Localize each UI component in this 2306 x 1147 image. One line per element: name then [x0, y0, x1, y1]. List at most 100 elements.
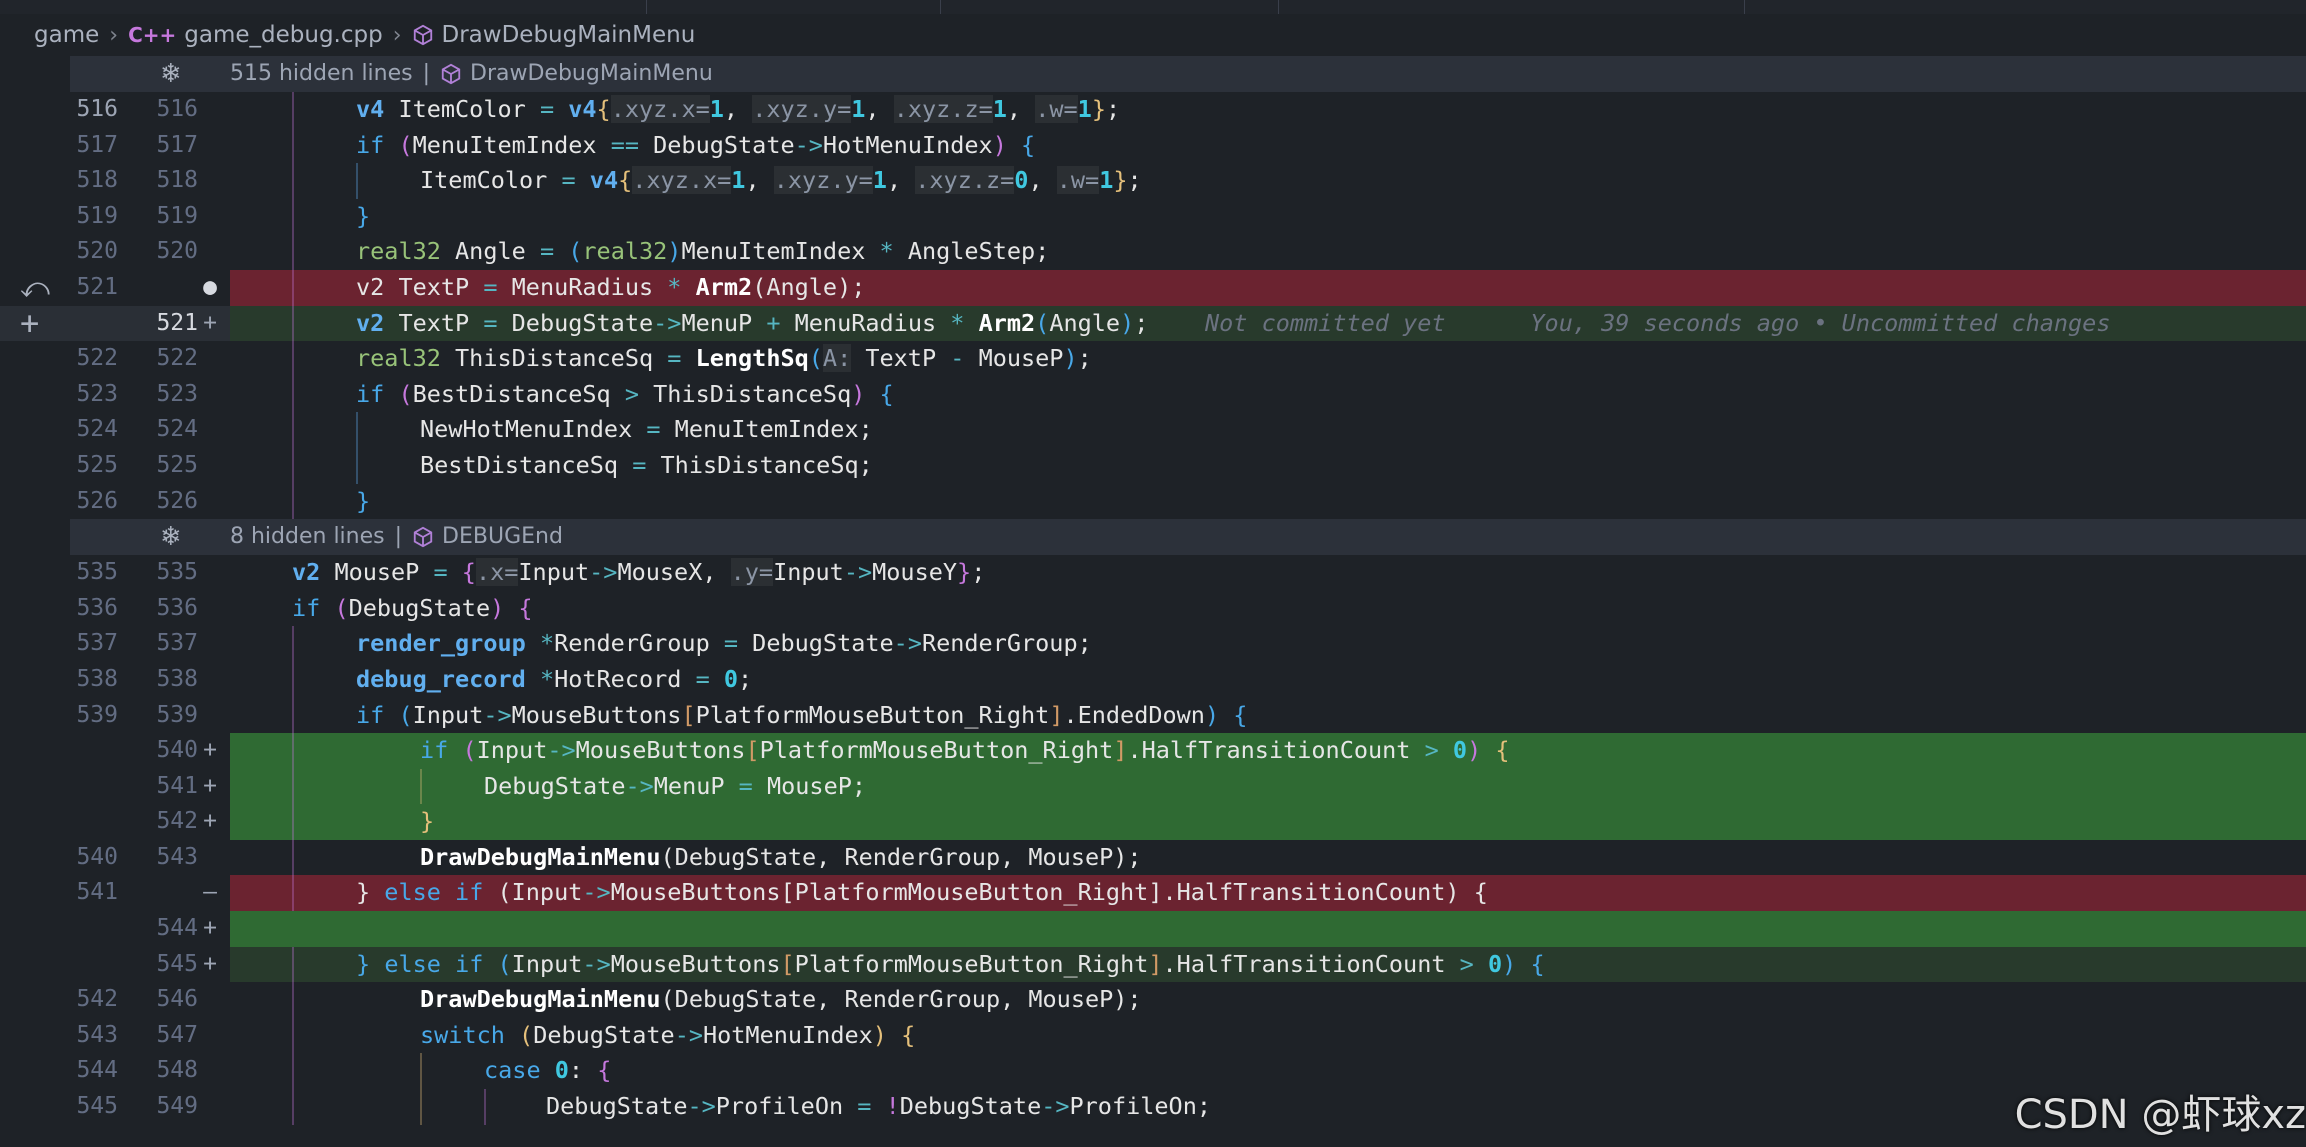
breadcrumb-symbol[interactable]: DrawDebugMainMenu — [412, 22, 696, 48]
line-number-original: 535 — [76, 559, 118, 586]
editor-tab-strip — [0, 0, 2306, 15]
add-icon[interactable]: + — [20, 305, 39, 342]
diff-editor[interactable]: ❄ 515 hidden lines | DrawDebugMainMenu 5… — [0, 56, 2306, 1147]
hidden-lines-symbol: DEBUGEnd — [442, 524, 563, 550]
tab-divider — [940, 0, 941, 14]
line-number-original: 541 — [76, 879, 118, 906]
line-number-original: 525 — [76, 451, 118, 478]
code-text: switch (DebugState->HotMenuIndex) { — [420, 1020, 916, 1049]
code-line-added[interactable]: 540 + if (Input->MouseButtons[PlatformMo… — [0, 733, 2306, 769]
blame-annotation: Not committed yet — [1204, 308, 1446, 337]
line-number-original: 544 — [76, 1057, 118, 1084]
line-number-original: 522 — [76, 345, 118, 372]
code-text: if (MenuItemIndex == DebugState->HotMenu… — [356, 130, 1036, 159]
code-line[interactable]: 543 547 switch (DebugState->HotMenuIndex… — [0, 1017, 2306, 1054]
breadcrumb-folder[interactable]: game — [34, 22, 99, 48]
code-line[interactable]: 535 535 v2 MouseP = {.x=Input->MouseX, .… — [0, 555, 2306, 591]
chevron-right-icon: › — [109, 22, 119, 48]
code-text: } — [356, 201, 371, 230]
code-text: DebugState->ProfileOn = !DebugState->Pro… — [546, 1092, 1211, 1121]
watermark: CSDN @虾球xz — [2014, 1092, 2306, 1138]
code-text: } else if (Input->MouseButtons[PlatformM… — [356, 949, 1545, 978]
line-number-original: 523 — [76, 380, 118, 407]
cpp-file-icon: C++ — [128, 23, 177, 47]
tab-divider — [1278, 0, 1279, 14]
code-text: if (BestDistanceSq > ThisDistanceSq) { — [356, 379, 894, 408]
code-line[interactable]: 519 519 } — [0, 198, 2306, 235]
code-line-deleted[interactable]: ⤺ 521 ● v2 TextP = MenuRadius * Arm2(Ang… — [0, 269, 2306, 306]
code-text: DebugState->MenuP = MouseP; — [484, 771, 867, 800]
line-number-original: 517 — [76, 131, 118, 158]
line-number-original: 526 — [76, 487, 118, 514]
line-number-modified: 520 — [156, 238, 198, 265]
code-text: case 0: { — [484, 1056, 612, 1085]
line-number-modified: 536 — [156, 594, 198, 621]
code-line[interactable]: 518 518 ItemColor = v4{.xyz.x=1, .xyz.y=… — [0, 163, 2306, 199]
code-line-deleted[interactable]: 541 — } else if (Input->MouseButtons[Pla… — [0, 875, 2306, 912]
line-number-modified: 523 — [156, 380, 198, 407]
code-text: real32 Angle = (real32)MenuItemIndex * A… — [356, 237, 1050, 266]
code-line-added[interactable]: + 521 + v2 TextP = DebugState->MenuP + M… — [0, 305, 2306, 342]
code-text: } else if (Input->MouseButtons[PlatformM… — [356, 878, 1488, 907]
code-line[interactable]: 516 516 v4 ItemColor = v4{.xyz.x=1, .xyz… — [0, 92, 2306, 128]
code-line[interactable]: 539 539 if (Input->MouseButtons[Platform… — [0, 697, 2306, 734]
chevron-right-icon: › — [392, 22, 402, 48]
code-text: NewHotMenuIndex = MenuItemIndex; — [420, 415, 873, 444]
code-line[interactable]: 540 543 DrawDebugMainMenu(DebugState, Re… — [0, 839, 2306, 876]
code-line[interactable]: 545 549 DebugState->ProfileOn = !DebugSt… — [0, 1089, 2306, 1125]
unfold-icon[interactable]: ❄ — [160, 56, 182, 92]
code-line[interactable]: 544 548 case 0: { — [0, 1053, 2306, 1090]
code-text: v2 TextP = DebugState->MenuP + MenuRadiu… — [356, 308, 2111, 337]
code-line[interactable]: 537 537 render_group *RenderGroup = Debu… — [0, 626, 2306, 662]
line-number-original: 519 — [76, 202, 118, 229]
code-line[interactable]: 523 523 if (BestDistanceSq > ThisDistanc… — [0, 376, 2306, 413]
tab-divider — [1744, 0, 1745, 14]
line-number-original: 545 — [76, 1093, 118, 1120]
breadcrumb: game › C++ game_debug.cpp › DrawDebugMai… — [0, 14, 2306, 56]
line-number-original: 516 — [76, 96, 118, 122]
code-line[interactable]: 524 524 NewHotMenuIndex = MenuItemIndex; — [0, 412, 2306, 448]
code-text: v2 MouseP = {.x=Input->MouseX, .y=Input-… — [292, 558, 986, 587]
line-number-modified: 544 — [156, 915, 198, 942]
code-line-added[interactable]: 541 + DebugState->MenuP = MouseP; — [0, 768, 2306, 805]
code-text: BestDistanceSq = ThisDistanceSq; — [420, 450, 873, 479]
breadcrumb-file[interactable]: C++ game_debug.cpp — [128, 22, 383, 48]
code-line[interactable]: 536 536 if (DebugState) { — [0, 591, 2306, 627]
line-number-modified: 517 — [156, 131, 198, 158]
code-line[interactable]: 517 517 if (MenuItemIndex == DebugState-… — [0, 127, 2306, 164]
line-number-modified: 540 — [156, 737, 198, 764]
code-line[interactable]: 526 526 } — [0, 483, 2306, 520]
code-text: real32 ThisDistanceSq = LengthSq(A: Text… — [356, 344, 1092, 373]
line-number-original: 539 — [76, 701, 118, 728]
code-text: } — [420, 807, 435, 836]
line-number-original: 537 — [76, 630, 118, 657]
line-number-original: 536 — [76, 594, 118, 621]
line-number-modified: 516 — [156, 96, 198, 122]
line-number-modified: 535 — [156, 559, 198, 586]
hidden-lines-fold[interactable]: ❄ 8 hidden lines | DEBUGEnd — [70, 519, 2306, 556]
line-number-modified: 526 — [156, 487, 198, 514]
line-number-modified: 541 — [156, 772, 198, 799]
code-text: render_group *RenderGroup = DebugState->… — [356, 629, 1092, 658]
lightbulb-icon[interactable]: ● — [198, 270, 222, 306]
line-number-modified: 519 — [156, 202, 198, 229]
line-number-modified: 549 — [156, 1093, 198, 1120]
line-number-original: 521 — [76, 273, 118, 300]
line-number-modified: 542 — [156, 808, 198, 835]
line-number-modified: 537 — [156, 630, 198, 657]
added-line-marker: + — [203, 808, 217, 835]
code-line[interactable]: 525 525 BestDistanceSq = ThisDistanceSq; — [0, 447, 2306, 484]
unfold-icon[interactable]: ❄ — [160, 519, 182, 555]
line-number-modified: 522 — [156, 345, 198, 372]
breadcrumb-symbol-label: DrawDebugMainMenu — [441, 22, 696, 48]
code-line[interactable]: 520 520 real32 Angle = (real32)MenuItemI… — [0, 234, 2306, 270]
line-number-original: 524 — [76, 416, 118, 443]
code-line[interactable]: 542 546 DrawDebugMainMenu(DebugState, Re… — [0, 982, 2306, 1018]
hidden-lines-fold[interactable]: ❄ 515 hidden lines | DrawDebugMainMenu — [70, 56, 2306, 92]
line-number-modified: 548 — [156, 1057, 198, 1084]
code-line-added[interactable]: 544 + — [0, 911, 2306, 947]
code-line[interactable]: 522 522 real32 ThisDistanceSq = LengthSq… — [0, 341, 2306, 377]
code-line-added[interactable]: 545 + } else if (Input->MouseButtons[Pla… — [0, 946, 2306, 983]
code-line[interactable]: 538 538 debug_record *HotRecord = 0; — [0, 661, 2306, 698]
code-line-added[interactable]: 542 + } — [0, 804, 2306, 840]
